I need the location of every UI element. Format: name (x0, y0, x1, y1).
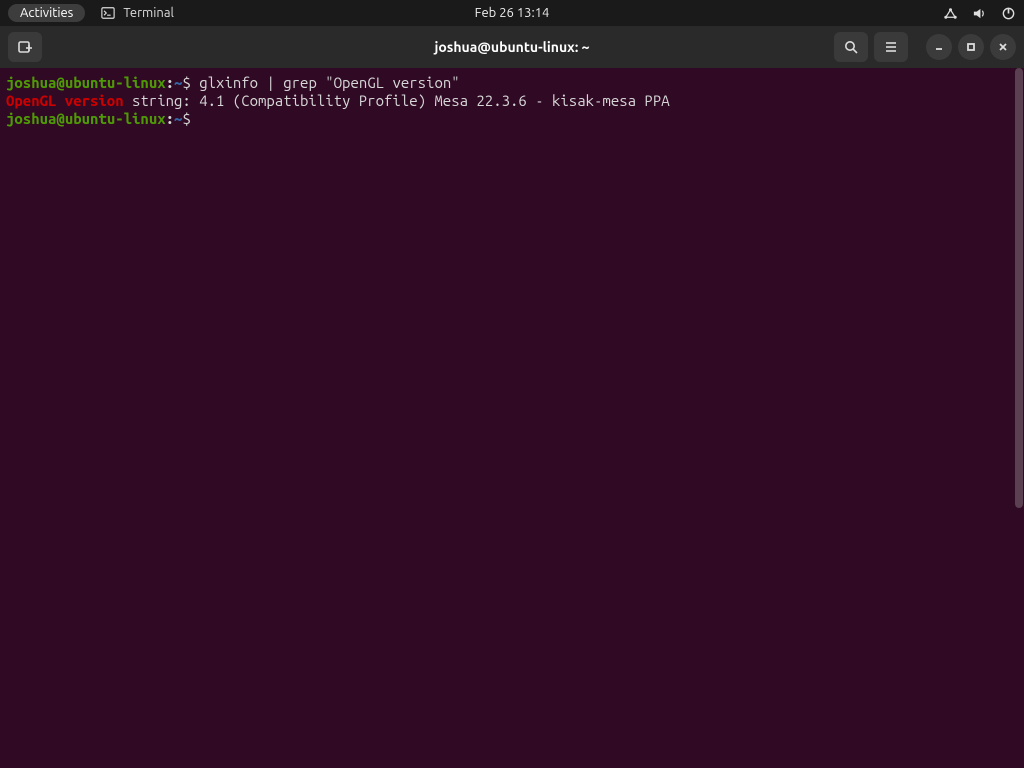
clock[interactable]: Feb 26 13:14 (475, 6, 550, 20)
window-titlebar: joshua@ubuntu-linux: ~ (0, 26, 1024, 68)
grep-match: OpenGL version (6, 92, 124, 109)
terminal-viewport[interactable]: joshua@ubuntu-linux:~$ glxinfo | grep "O… (0, 68, 1024, 768)
command-text: glxinfo | grep "OpenGL version" (191, 74, 460, 91)
hamburger-icon (883, 39, 899, 55)
system-tray (943, 6, 1016, 21)
prompt-host: ubuntu-linux (65, 110, 166, 127)
close-icon (998, 42, 1008, 52)
search-icon (843, 39, 859, 55)
prompt-at: @ (56, 110, 64, 127)
minimize-button[interactable] (926, 34, 952, 60)
minimize-icon (934, 42, 944, 52)
prompt-colon: : (166, 110, 174, 127)
prompt-host: ubuntu-linux (65, 74, 166, 91)
app-menu[interactable]: Terminal (101, 6, 174, 20)
gnome-top-panel: Activities Terminal Feb 26 13:14 (0, 0, 1024, 26)
prompt-user: joshua (6, 110, 56, 127)
prompt-colon: : (166, 74, 174, 91)
new-tab-icon (17, 39, 33, 55)
search-button[interactable] (834, 32, 868, 62)
volume-icon[interactable] (972, 6, 987, 21)
output-text: string: 4.1 (Compatibility Profile) Mesa… (124, 92, 670, 109)
command-text (191, 110, 199, 127)
window-title: joshua@ubuntu-linux: ~ (434, 39, 589, 55)
network-icon[interactable] (943, 6, 958, 21)
prompt-at: @ (56, 74, 64, 91)
prompt-sigil: $ (182, 74, 190, 91)
app-menu-label: Terminal (123, 6, 174, 20)
new-tab-button[interactable] (8, 32, 42, 62)
scrollbar-thumb[interactable] (1015, 68, 1023, 508)
terminal-icon (101, 6, 115, 20)
maximize-icon (966, 42, 976, 52)
prompt-sigil: $ (182, 110, 190, 127)
power-icon[interactable] (1001, 6, 1016, 21)
maximize-button[interactable] (958, 34, 984, 60)
terminal-scrollbar[interactable] (1014, 68, 1024, 768)
activities-button[interactable]: Activities (8, 4, 85, 22)
close-button[interactable] (990, 34, 1016, 60)
prompt-user: joshua (6, 74, 56, 91)
hamburger-menu-button[interactable] (874, 32, 908, 62)
